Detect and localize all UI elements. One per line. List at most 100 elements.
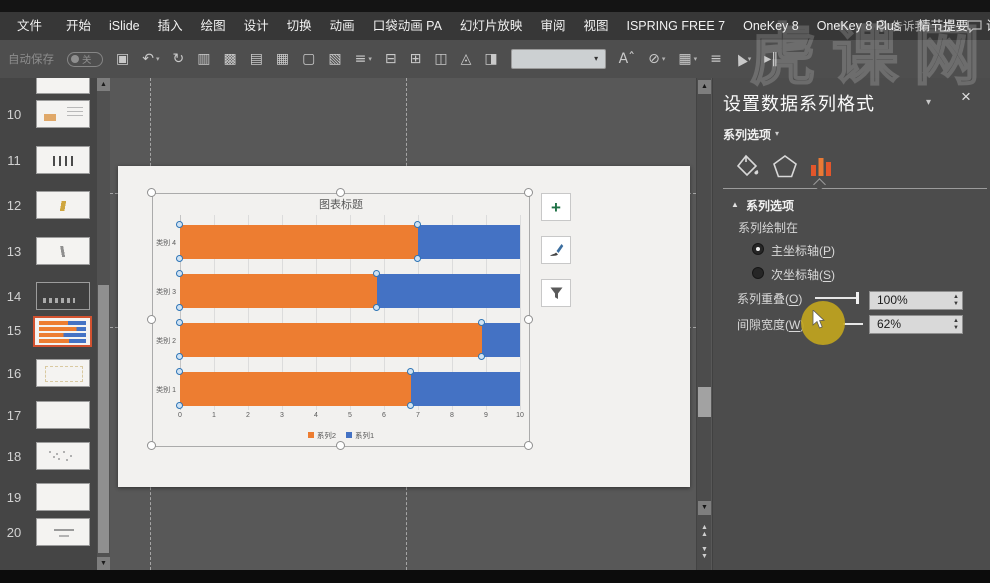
- main-vertical-scrollbar[interactable]: ▲ ▼ ▲▲ ▼▼: [696, 78, 711, 570]
- tell-me-search[interactable]: 告诉我: [875, 18, 927, 34]
- gap-width-input[interactable]: 62% ▲▼: [869, 315, 963, 334]
- media-next-icon: ▸‖: [764, 51, 778, 67]
- select-cursor-icon[interactable]: ▲▾: [735, 51, 751, 67]
- tab-绘图[interactable]: 绘图: [192, 12, 235, 40]
- crop-position-icon[interactable]: ▧: [328, 51, 341, 67]
- tab-视图[interactable]: 视图: [574, 12, 617, 40]
- slide-number: 15: [2, 323, 26, 338]
- series-options-selector[interactable]: 系列选项: [723, 126, 771, 143]
- merge-shapes-icon[interactable]: ◫: [434, 51, 447, 67]
- scrollbar-thumb[interactable]: [98, 285, 109, 553]
- tab-幻灯片放映[interactable]: 幻灯片放映: [451, 12, 532, 40]
- table-icon[interactable]: ▦▾: [678, 51, 697, 67]
- copy-icon[interactable]: ▥: [197, 51, 210, 67]
- tab-插入[interactable]: 插入: [149, 12, 192, 40]
- undo-icon[interactable]: ↶▾: [142, 51, 159, 67]
- redo-icon[interactable]: ↻: [172, 51, 184, 67]
- media-next-icon[interactable]: ▸‖: [764, 51, 778, 67]
- tab-口袋动画 PA[interactable]: 口袋动画 PA: [364, 12, 451, 40]
- autosave-toggle[interactable]: 关: [67, 52, 103, 67]
- share-button[interactable]: [939, 19, 954, 33]
- selector-caret-icon[interactable]: ▾: [775, 129, 779, 138]
- no-fill-icon[interactable]: ⊘▾: [648, 51, 665, 67]
- scroll-up-icon[interactable]: ▲: [698, 80, 711, 94]
- plus-icon: +: [551, 199, 561, 216]
- dropdown-caret-icon[interactable]: ▾: [694, 55, 698, 63]
- previous-slide-icon[interactable]: ▲▲: [697, 524, 712, 538]
- spinner-icons[interactable]: ▲▼: [953, 316, 959, 333]
- chart-elements-button[interactable]: +: [541, 193, 571, 221]
- chart-styles-button[interactable]: [541, 236, 571, 264]
- slide-thumbnail-17[interactable]: [36, 401, 90, 429]
- series-chart-icon[interactable]: [805, 150, 837, 182]
- selection-pane-icon[interactable]: ▢: [302, 51, 315, 67]
- bring-forward-icon[interactable]: ▤: [250, 51, 263, 67]
- tab-OneKey 8[interactable]: OneKey 8: [734, 12, 808, 40]
- effects-pentagon-icon[interactable]: [769, 150, 801, 182]
- title-bar: [0, 0, 990, 12]
- duplicate-icon[interactable]: ▩: [223, 51, 236, 67]
- primary-axis-radio[interactable]: [752, 243, 764, 255]
- tab-审阅[interactable]: 审阅: [531, 12, 574, 40]
- slide-thumbnail-15[interactable]: [33, 316, 92, 347]
- slide-number: 11: [2, 153, 26, 168]
- slide-thumbnail-10[interactable]: [36, 100, 90, 128]
- series-options-header[interactable]: 系列选项: [746, 197, 794, 214]
- slide-thumbnail-16[interactable]: [36, 359, 90, 387]
- secondary-axis-label[interactable]: 次坐标轴(S): [771, 266, 835, 283]
- slide-thumbnail-20[interactable]: [36, 518, 90, 546]
- series-overlap-input[interactable]: 100% ▲▼: [869, 291, 963, 310]
- align-objects-icon[interactable]: ≡▾: [355, 51, 372, 67]
- collapse-triangle-icon[interactable]: ▲: [731, 200, 739, 209]
- slide-thumbnail-9[interactable]: [36, 78, 90, 94]
- slide-thumbnail-18[interactable]: [36, 442, 90, 470]
- dropdown-caret-icon[interactable]: ▾: [368, 55, 372, 63]
- scroll-down-icon[interactable]: ▼: [97, 557, 110, 570]
- tab-动画[interactable]: 动画: [321, 12, 364, 40]
- tab-设计[interactable]: 设计: [235, 12, 278, 40]
- slide-thumbnail-11[interactable]: [36, 146, 90, 174]
- chart-filters-button[interactable]: [541, 279, 571, 307]
- fill-bucket-icon[interactable]: [731, 150, 763, 182]
- rotate-3d-icon[interactable]: ◬: [461, 51, 472, 67]
- dropdown-caret-icon[interactable]: ▾: [156, 55, 160, 63]
- series-overlap-slider-thumb[interactable]: [856, 292, 859, 304]
- series-overlap-slider[interactable]: [815, 297, 857, 299]
- size-dialog-icon[interactable]: ◨: [484, 51, 497, 67]
- panel-close-icon[interactable]: ×: [961, 88, 971, 105]
- print-icon[interactable]: ⊟: [385, 51, 397, 67]
- outline-level-icon[interactable]: ≡: [710, 51, 722, 67]
- slide-thumbnail-14[interactable]: [36, 282, 90, 310]
- slide-number: 18: [2, 449, 26, 464]
- secondary-axis-radio[interactable]: [752, 267, 764, 279]
- tab-切换[interactable]: 切换: [278, 12, 321, 40]
- series-overlap-label: 系列重叠(O): [737, 290, 802, 307]
- spinner-icons[interactable]: ▲▼: [953, 292, 959, 309]
- slide-number: 19: [2, 490, 26, 505]
- size-dialog-icon: ◨: [484, 51, 497, 67]
- scrollbar-thumb[interactable]: [698, 387, 711, 417]
- primary-axis-label[interactable]: 主坐标轴(P): [771, 242, 835, 259]
- send-backward-icon[interactable]: ▦: [276, 51, 289, 67]
- animation-pane-icon[interactable]: ⊞: [410, 51, 422, 67]
- slide-thumbnail-13[interactable]: [36, 237, 90, 265]
- font-size-combobox[interactable]: ▾: [511, 49, 606, 69]
- tab-iSlide[interactable]: iSlide: [100, 12, 149, 40]
- tab-开始[interactable]: 开始: [57, 12, 100, 40]
- next-slide-icon[interactable]: ▼▼: [697, 546, 712, 560]
- grow-font-icon[interactable]: Aˆ: [619, 51, 636, 67]
- gap-width-slider[interactable]: [843, 323, 863, 325]
- panel-dropdown-icon[interactable]: ▾: [926, 97, 931, 108]
- comments-button[interactable]: [967, 20, 982, 33]
- scroll-down-icon[interactable]: ▼: [698, 501, 711, 515]
- slide-canvas[interactable]: [118, 166, 690, 487]
- scroll-up-icon[interactable]: ▲: [97, 78, 110, 91]
- slide-thumbnail-12[interactable]: [36, 191, 90, 219]
- dropdown-caret-icon[interactable]: ▾: [662, 55, 666, 63]
- tab-文件[interactable]: 文件: [0, 12, 57, 40]
- combobox-caret-icon[interactable]: ▾: [589, 51, 604, 67]
- tab-ISPRING FREE 7[interactable]: ISPRING FREE 7: [617, 12, 734, 40]
- thumbnails-scrollbar[interactable]: ▲ ▼: [97, 78, 110, 570]
- save-icon[interactable]: ▣: [116, 51, 129, 67]
- slide-thumbnail-19[interactable]: [36, 483, 90, 511]
